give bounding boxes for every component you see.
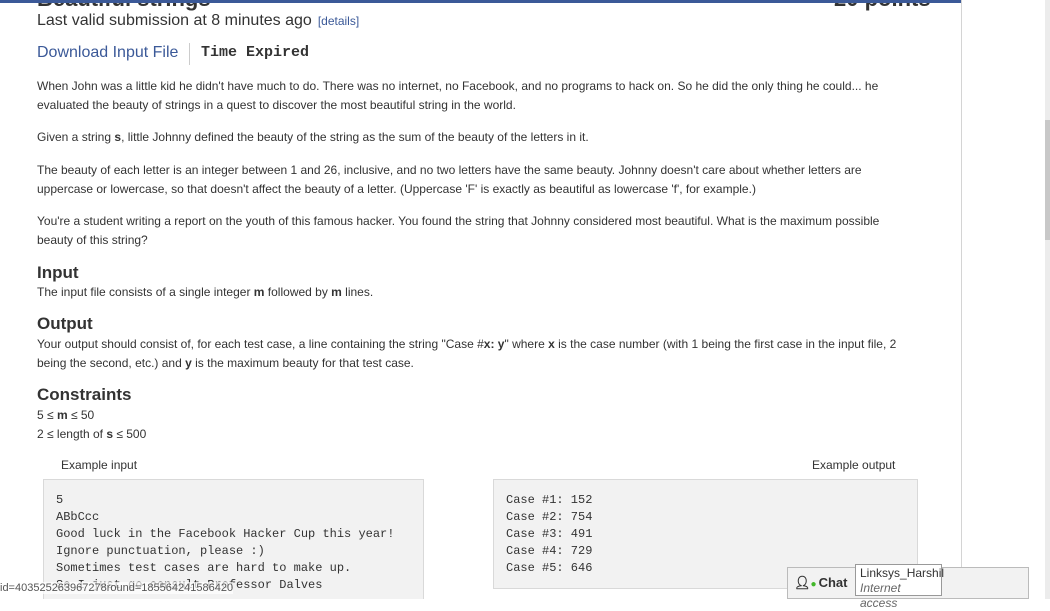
problem-panel: Beautiful strings 20 points Last valid s… (0, 0, 960, 599)
text: The input file consists of a single inte… (37, 285, 254, 299)
text: " where (504, 337, 549, 351)
var-s: s (106, 427, 113, 441)
statement-paragraph-4: You're a student writing a report on the… (37, 214, 880, 247)
online-dot-icon: ● (810, 579, 817, 590)
text: lines. (341, 285, 374, 299)
chat-label: Chat (818, 575, 848, 590)
details-link[interactable]: [details] (318, 14, 359, 28)
text: ≤ 500 (113, 427, 147, 441)
input-description: The input file consists of a single inte… (37, 283, 917, 302)
var-m: m (253, 285, 265, 299)
text: 2 ≤ length of (37, 427, 107, 441)
last-submission-text: Last valid submission at 8 minutes ago (37, 12, 312, 29)
constraint-2: 2 ≤ length of s ≤ 500 (37, 425, 917, 444)
var-m: m (331, 285, 342, 299)
input-heading: Input (37, 263, 79, 282)
scrollbar-track[interactable] (1045, 0, 1050, 599)
status-bar-url: id=403525263967278round=185564241586420 (0, 582, 234, 594)
var-m: m (56, 408, 68, 422)
time-expired-status: Time Expired (201, 44, 310, 61)
statement-paragraph-2: Given a string s, little Johnny defined … (37, 128, 917, 147)
text: is the maximum beauty for that test case… (191, 356, 414, 370)
scrollbar-thumb[interactable] (1045, 120, 1050, 240)
example-input-label: Example input (61, 458, 138, 472)
person-icon: 👤︎ (794, 575, 811, 590)
statement-paragraph-1: When John was a little kid he didn't hav… (37, 79, 879, 112)
text: followed by (264, 285, 332, 299)
text: : (490, 337, 498, 351)
text: , little Johnny defined the beauty of th… (121, 130, 589, 144)
text: 5 ≤ (37, 408, 57, 422)
chat-button[interactable]: 👤︎● Chat (794, 575, 847, 591)
output-description: Your output should consist of, for each … (37, 335, 917, 373)
last-submission: Last valid submission at 8 minutes ago [d… (37, 12, 359, 30)
text: ≤ 50 (67, 408, 95, 422)
var-x: x (548, 337, 555, 351)
divider (189, 43, 190, 65)
wifi-tooltip: Linksys_Harshil Internet access (855, 564, 945, 610)
download-input-link[interactable]: Download Input File (37, 44, 178, 62)
right-sidebar (961, 0, 1050, 599)
constraint-1: 5 ≤ m ≤ 50 (37, 406, 917, 425)
constraints-heading: Constraints (37, 385, 132, 404)
output-heading: Output (37, 314, 93, 333)
top-border (0, 0, 1050, 3)
example-input-box: 5 ABbCcc Good luck in the Facebook Hacke… (43, 479, 424, 599)
statement-paragraph-3: The beauty of each letter is an integer … (37, 163, 862, 196)
tooltip-network-name: Linksys_Harshil (860, 566, 945, 580)
tooltip-status: Internet access (860, 581, 901, 610)
var-y: y (185, 356, 192, 370)
text: Your output should consist of, for each … (37, 337, 484, 351)
example-output-label: Example output (812, 458, 896, 472)
text: Given a string (37, 130, 115, 144)
